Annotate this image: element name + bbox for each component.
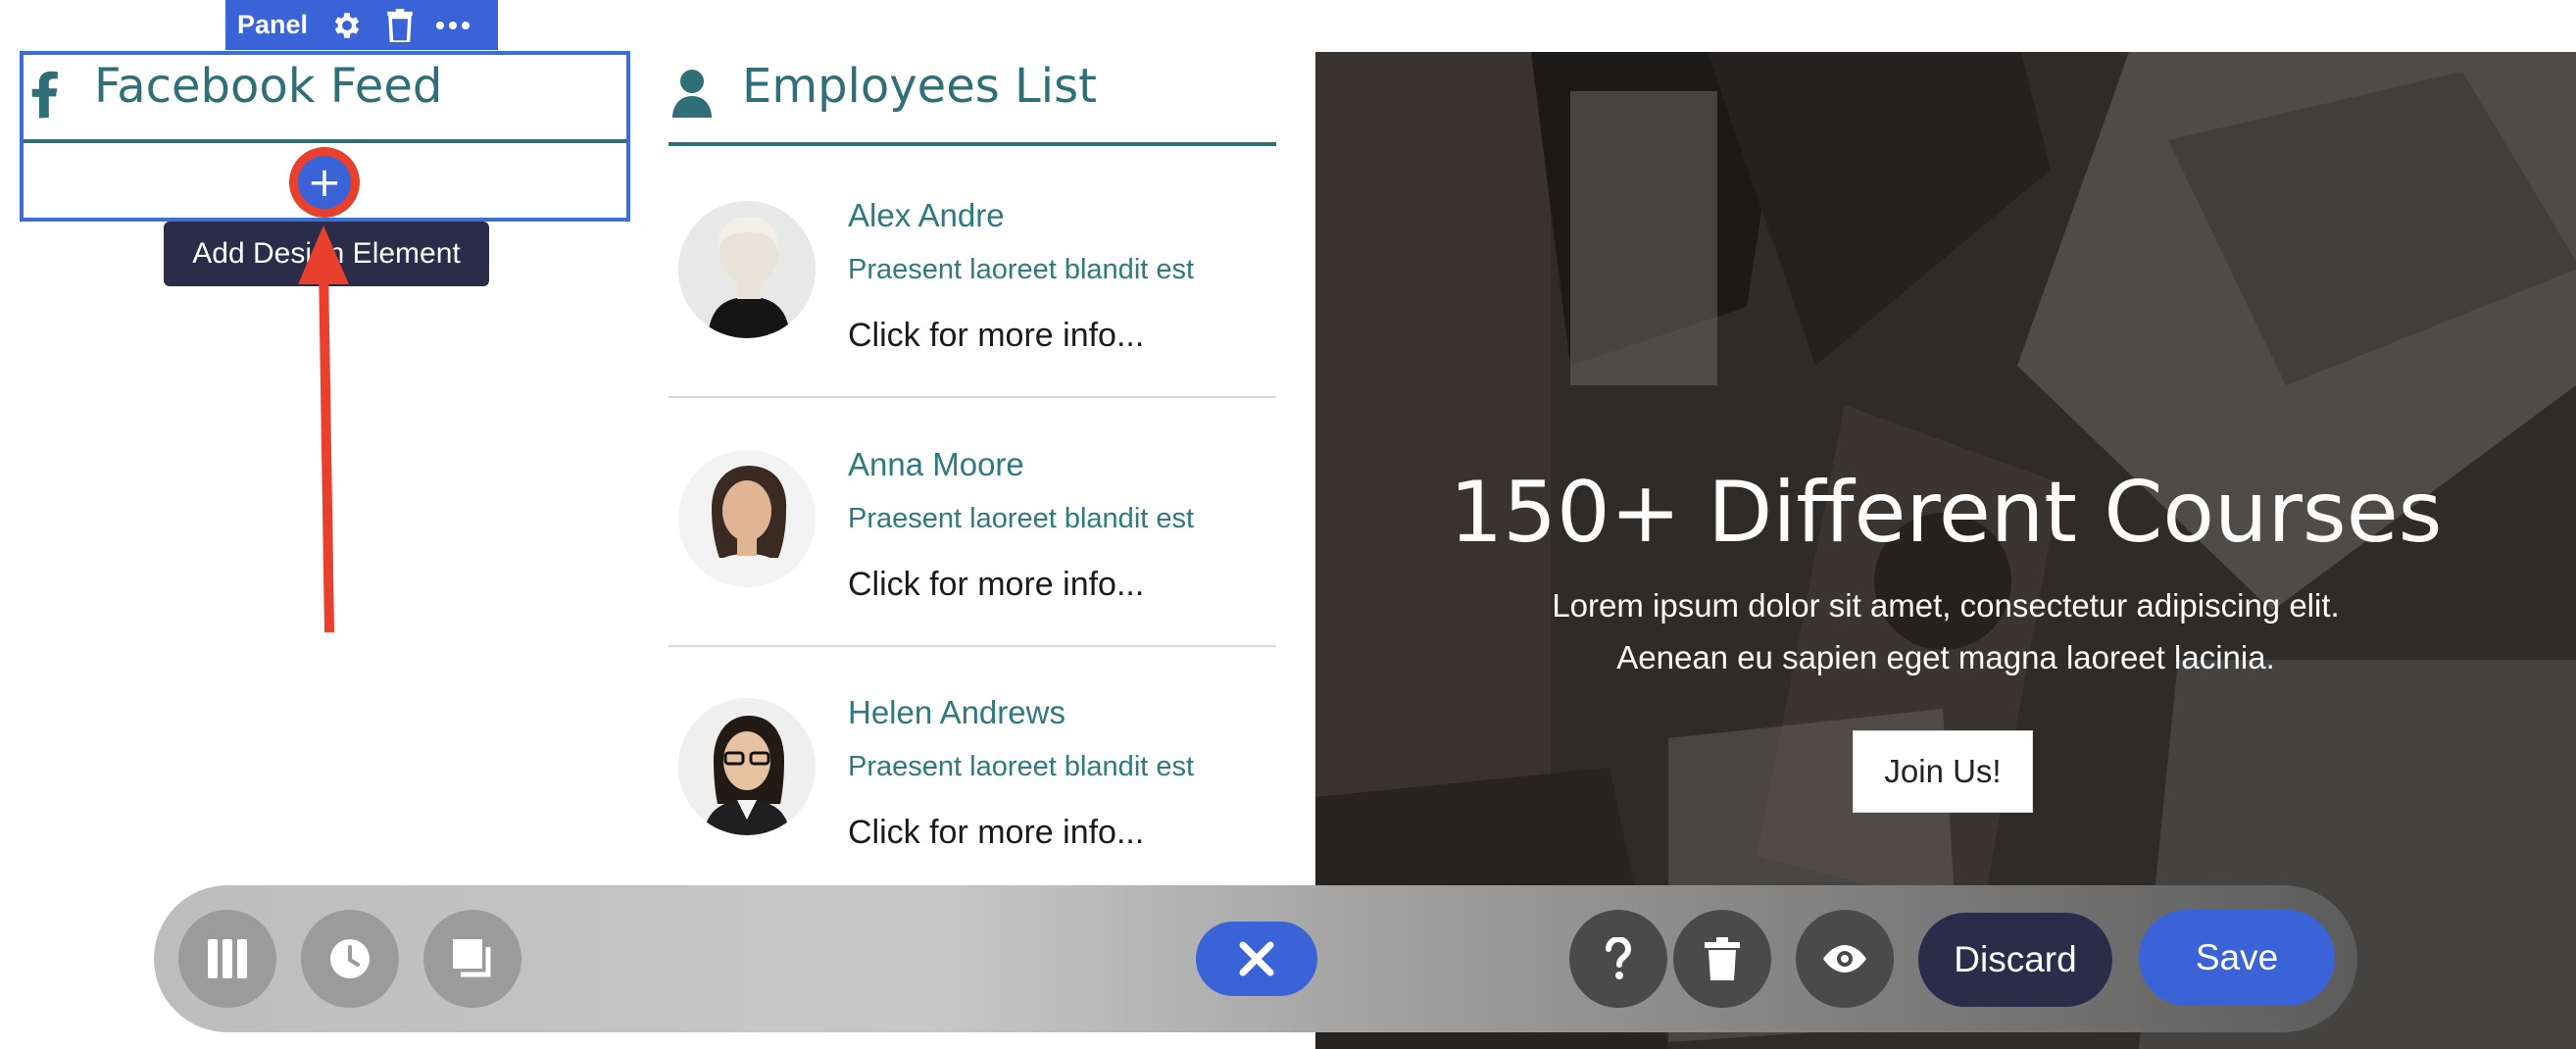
employee-subtitle: Praesent laoreet blandit est	[848, 751, 1195, 782]
panel-toolbar: Panel	[225, 0, 498, 50]
divider	[669, 396, 1276, 398]
employee-item[interactable]: Anna Moore Praesent laoreet blandit est …	[669, 399, 1276, 647]
employee-name[interactable]: Alex Andre	[848, 197, 1005, 234]
save-button[interactable]: Save	[2139, 910, 2335, 1006]
hero-title: 150+ Different Courses	[1449, 464, 2443, 562]
join-us-button[interactable]: Join Us!	[1853, 730, 2033, 813]
employee-subtitle: Praesent laoreet blandit est	[848, 503, 1195, 534]
close-icon[interactable]	[1196, 922, 1317, 996]
avatar	[678, 698, 816, 835]
columns-icon[interactable]	[178, 910, 276, 1008]
facebook-icon	[29, 65, 63, 120]
employee-more-info-link[interactable]: Click for more info...	[848, 317, 1144, 355]
facebook-feed-title: Facebook Feed	[94, 59, 443, 114]
bottom-toolbar: Discard Save	[154, 885, 2357, 1032]
employee-name[interactable]: Anna Moore	[848, 446, 1024, 483]
layers-icon[interactable]	[423, 910, 521, 1008]
hero-subtitle-line-1: Lorem ipsum dolor sit amet, consectetur …	[1552, 587, 2340, 624]
person-icon	[670, 69, 714, 118]
avatar	[678, 201, 816, 338]
hero-subtitle: Lorem ipsum dolor sit amet, consectetur …	[1315, 579, 2576, 683]
preview-eye-icon[interactable]	[1796, 910, 1894, 1008]
employee-item[interactable]: Helen Andrews Praesent laoreet blandit e…	[669, 647, 1276, 895]
employees-title-rule	[669, 142, 1276, 146]
employee-item[interactable]: Alex Andre Praesent laoreet blandit est …	[669, 150, 1276, 398]
gear-icon[interactable]	[327, 6, 367, 45]
employees-list-title: Employees List	[742, 59, 1097, 114]
employee-more-info-link[interactable]: Click for more info...	[848, 566, 1144, 604]
trash-icon[interactable]	[380, 6, 420, 45]
panel-label: Panel	[237, 10, 309, 39]
annotation-arrow	[298, 225, 349, 633]
employee-more-info-link[interactable]: Click for more info...	[848, 814, 1144, 852]
history-icon[interactable]	[301, 910, 399, 1008]
help-icon[interactable]	[1569, 910, 1667, 1008]
more-icon[interactable]	[433, 6, 472, 45]
discard-button[interactable]: Discard	[1918, 913, 2112, 1007]
hero-subtitle-line-2: Aenean eu sapien eget magna laoreet laci…	[1616, 639, 2275, 675]
trash-icon[interactable]	[1673, 910, 1771, 1008]
employee-subtitle: Praesent laoreet blandit est	[848, 254, 1195, 285]
employee-name[interactable]: Helen Andrews	[848, 694, 1065, 731]
avatar	[678, 450, 816, 587]
